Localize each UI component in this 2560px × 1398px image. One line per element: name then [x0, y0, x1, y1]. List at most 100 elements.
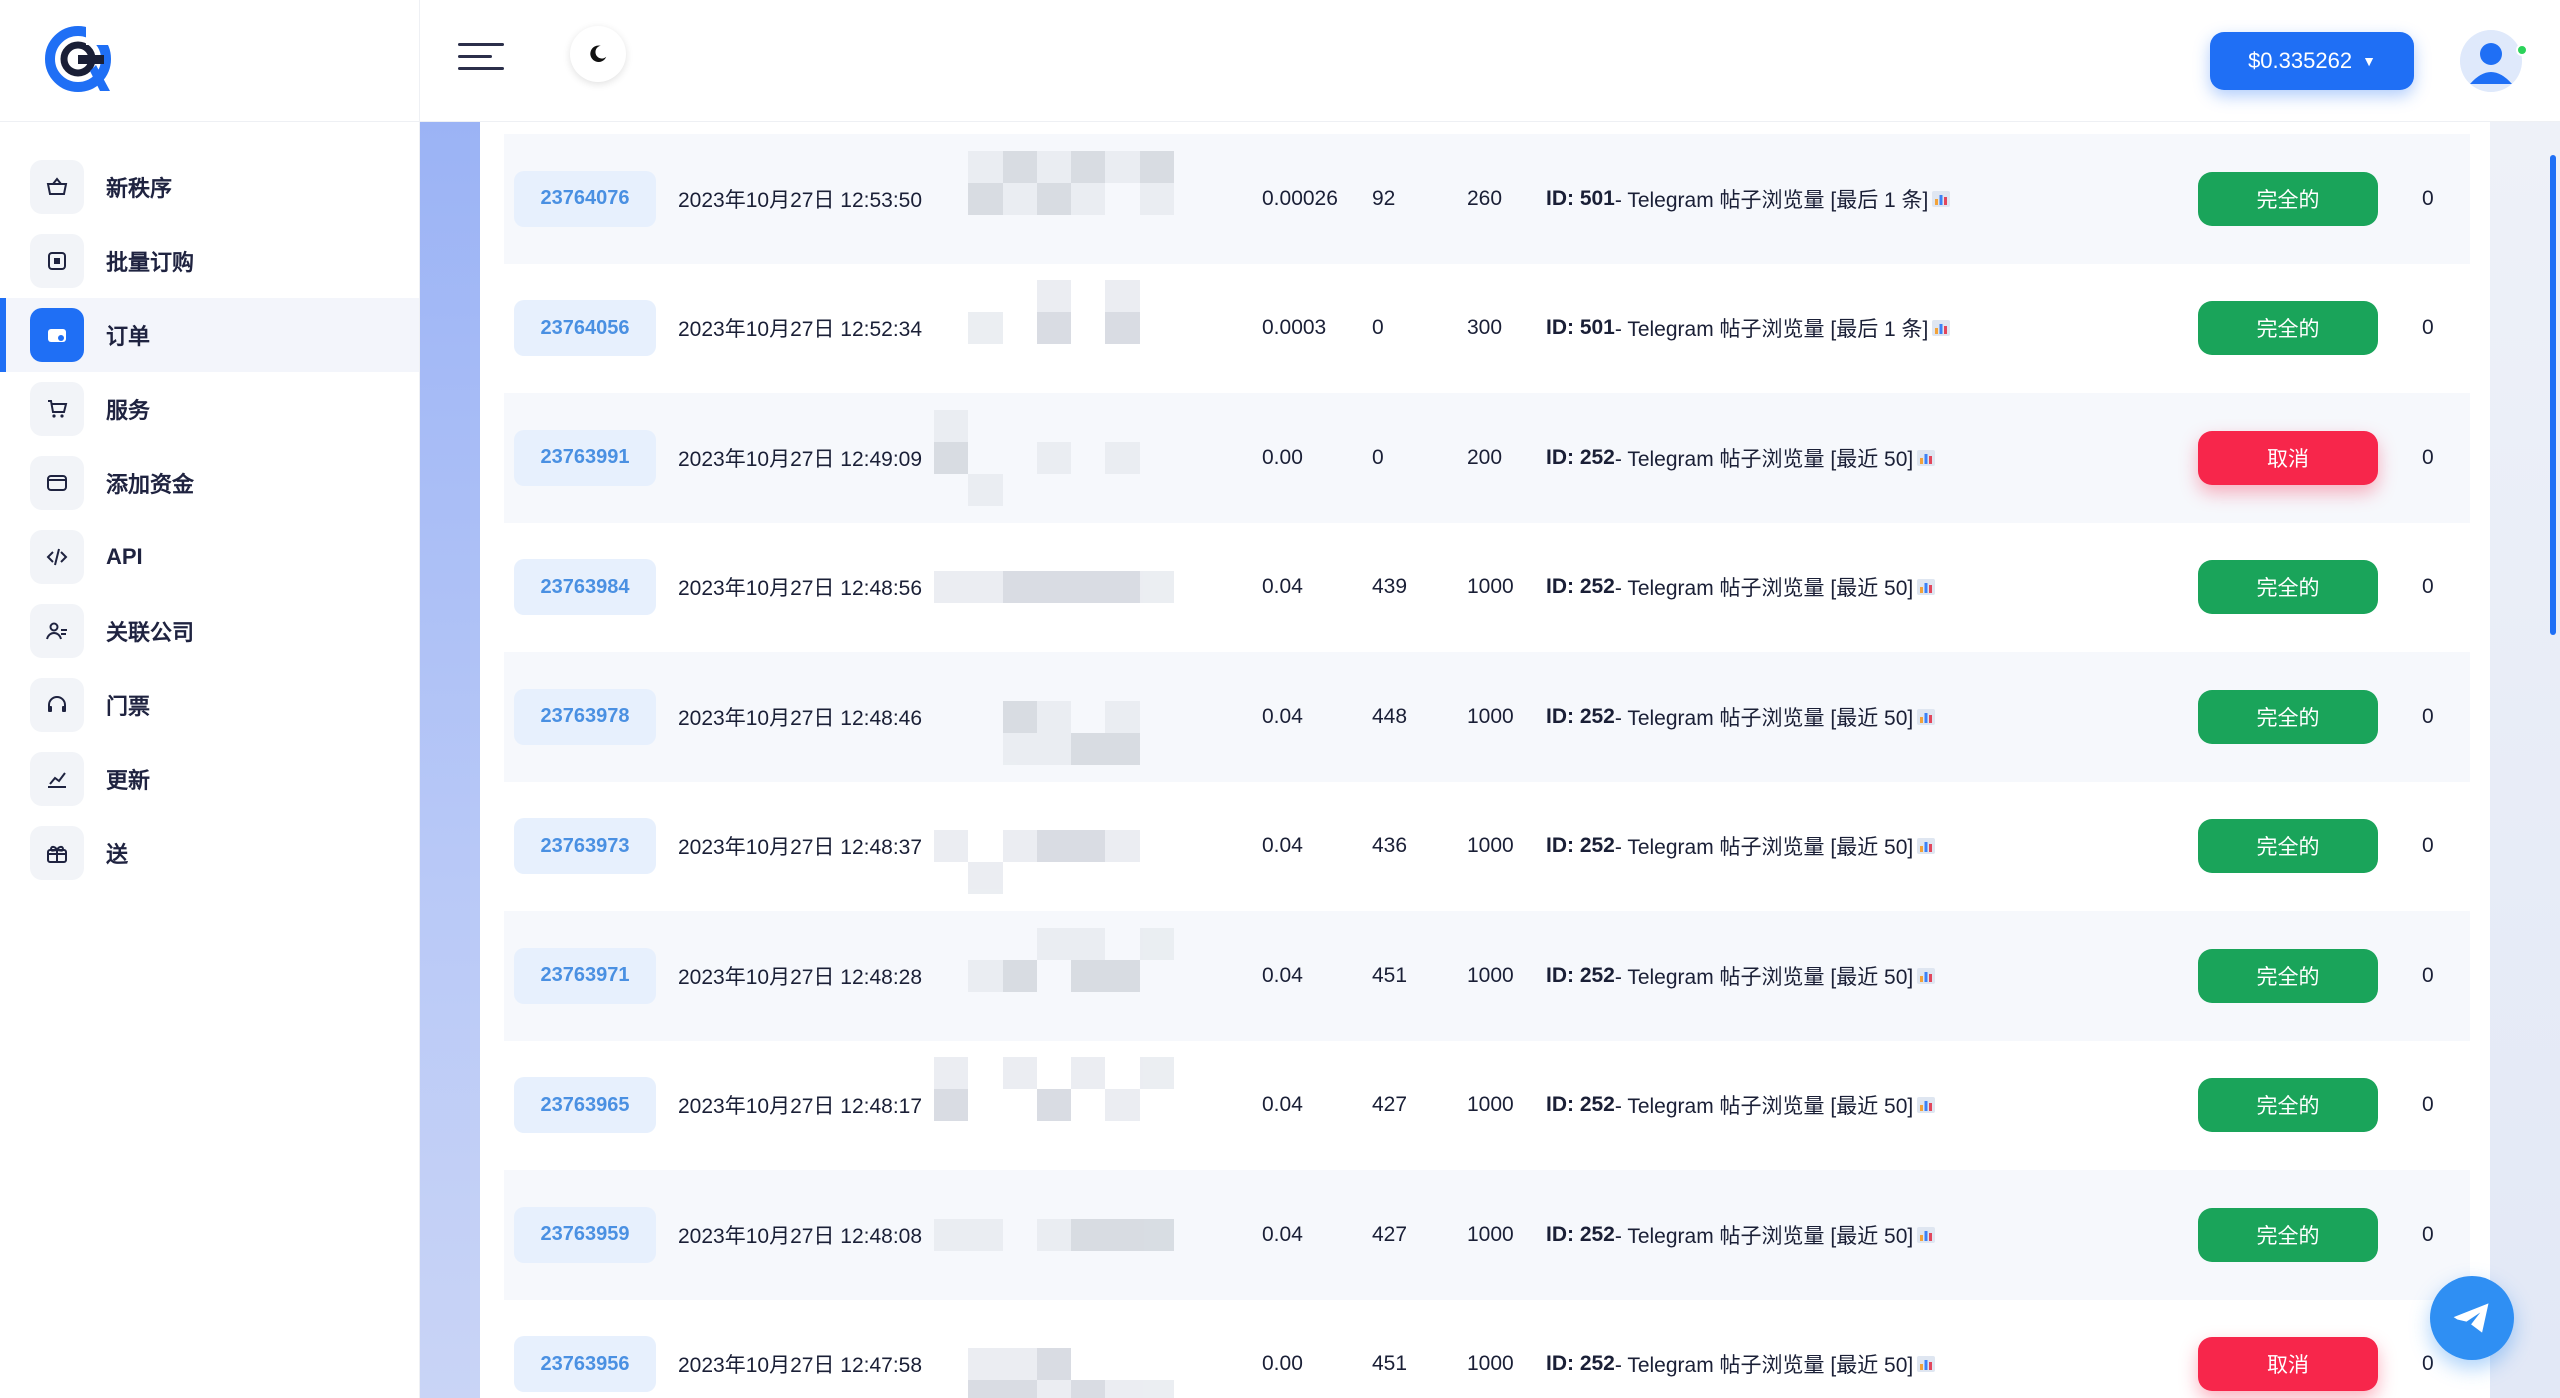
order-id-badge[interactable]: 23763991	[514, 429, 656, 486]
order-start-count: 427	[1372, 1222, 1408, 1246]
telegram-icon[interactable]	[2430, 1276, 2514, 1360]
service-name: - Telegram 帖子浏览量 [最近 50]	[1614, 965, 1914, 989]
bar-chart-icon	[1932, 320, 1951, 337]
sidebar: 新秩序批量订购订单服务 添加资金 API 关联公司门票更新送	[0, 0, 420, 1398]
bar-chart-icon	[1917, 1356, 1936, 1373]
order-remains: 0	[2422, 445, 2434, 469]
order-charge: 0.00026	[1262, 186, 1338, 210]
order-service: ID: 252 - Telegram 帖子浏览量 [最近 50]	[1546, 911, 1936, 1041]
menu-toggle-icon[interactable]	[458, 43, 504, 73]
order-start-count: 448	[1372, 704, 1408, 728]
users-icon	[30, 604, 84, 658]
table-row: 23763973 2023年10月27日 12:48:37 0.04 436 1000 I…	[504, 782, 2470, 912]
bar-chart-icon	[1932, 190, 1951, 207]
order-service: ID: 252 - Telegram 帖子浏览量 [最近 50]	[1546, 393, 1936, 523]
order-date: 2023年10月27日 12:48:28	[678, 965, 923, 989]
sidebar-item[interactable]: 添加资金	[0, 446, 419, 520]
pixelated-link	[934, 1187, 1174, 1283]
status-badge[interactable]: 完全的	[2198, 560, 2378, 615]
status-badge[interactable]: 完全的	[2198, 1078, 2378, 1133]
basket-icon	[30, 160, 84, 214]
order-id-badge[interactable]: 23763956	[514, 1336, 656, 1393]
sidebar-item-label: API	[106, 544, 143, 569]
order-id-badge[interactable]: 23763971	[514, 947, 656, 1004]
table-row: 23763965 2023年10月27日 12:48:17 0.04 427 1000 I…	[504, 1041, 2470, 1171]
balance-dropdown-button[interactable]: $0.335262 ▼	[2210, 32, 2414, 90]
sidebar-item[interactable]: 门票	[0, 668, 419, 742]
status-badge[interactable]: 完全的	[2198, 819, 2378, 874]
pixelated-link	[934, 669, 1174, 765]
bar-chart-icon	[1917, 1226, 1936, 1243]
sidebar-item[interactable]: 送	[0, 816, 419, 890]
status-badge[interactable]: 取消	[2198, 1337, 2378, 1392]
order-date: 2023年10月27日 12:48:08	[678, 1224, 923, 1248]
order-remains: 0	[2422, 575, 2434, 599]
status-badge[interactable]: 完全的	[2198, 948, 2378, 1003]
table-row: 23764056 2023年10月27日 12:52:34 0.0003 0 300 ID…	[504, 264, 2470, 394]
bar-chart-icon	[1917, 967, 1936, 984]
order-start-count: 0	[1372, 316, 1384, 340]
order-start-count: 436	[1372, 834, 1408, 858]
topbar: $0.335262 ▼	[420, 0, 2560, 122]
table-row: 23764076 2023年10月27日 12:53:50 0.00026 92 260…	[504, 134, 2470, 264]
sidebar-item[interactable]: 订单	[0, 298, 419, 372]
order-quantity: 1000	[1467, 1093, 1514, 1117]
order-id-badge[interactable]: 23763978	[514, 688, 656, 745]
sidebar-item[interactable]: 新秩序	[0, 150, 419, 224]
service-name: - Telegram 帖子浏览量 [最近 50]	[1614, 1095, 1914, 1119]
pixelated-link	[934, 150, 1174, 247]
order-id-badge[interactable]: 23763965	[514, 1077, 656, 1134]
order-date: 2023年10月27日 12:48:17	[678, 1095, 923, 1119]
order-start-count: 451	[1372, 1352, 1408, 1376]
order-charge: 0.04	[1262, 1093, 1303, 1117]
order-charge: 0.04	[1262, 575, 1303, 599]
order-charge: 0.04	[1262, 1222, 1303, 1246]
order-charge: 0.0003	[1262, 316, 1327, 340]
sidebar-item-label: 批量订购	[106, 250, 195, 275]
sidebar-item[interactable]: 关联公司	[0, 594, 419, 668]
order-start-count: 439	[1372, 575, 1408, 599]
brand-logo[interactable]	[42, 21, 122, 101]
sidebar-item[interactable]: API	[0, 520, 419, 594]
order-id-badge[interactable]: 23763984	[514, 559, 656, 616]
order-id-badge[interactable]: 23763973	[514, 818, 656, 875]
order-charge: 0.00	[1262, 1352, 1303, 1376]
status-badge[interactable]: 完全的	[2198, 301, 2378, 356]
service-name: - Telegram 帖子浏览量 [最近 50]	[1614, 836, 1914, 860]
order-date: 2023年10月27日 12:48:37	[678, 836, 923, 860]
status-badge[interactable]: 取消	[2198, 430, 2378, 485]
order-date: 2023年10月27日 12:47:58	[678, 1354, 923, 1378]
sidebar-item[interactable]: 更新	[0, 742, 419, 816]
order-charge: 0.04	[1262, 704, 1303, 728]
order-service: ID: 252 - Telegram 帖子浏览量 [最近 50]	[1546, 1170, 1936, 1300]
sidebar-item[interactable]: 批量订购	[0, 224, 419, 298]
gift-icon	[30, 826, 84, 880]
status-badge[interactable]: 完全的	[2198, 171, 2378, 226]
order-quantity: 300	[1467, 316, 1503, 340]
pixelated-link	[934, 1057, 1174, 1153]
scrollbar[interactable]	[2550, 155, 2556, 635]
service-name: - Telegram 帖子浏览量 [最近 50]	[1614, 1224, 1914, 1248]
order-quantity: 200	[1467, 445, 1503, 469]
order-link-redacted	[934, 393, 1234, 523]
service-id: ID: 252	[1546, 1093, 1615, 1117]
sidebar-item[interactable]: 服务	[0, 372, 419, 446]
order-id-badge[interactable]: 23763959	[514, 1206, 656, 1263]
moon-icon[interactable]	[570, 26, 626, 82]
sidebar-item-label: 门票	[106, 694, 151, 719]
order-id-badge[interactable]: 23764056	[514, 300, 656, 357]
pixelated-link	[934, 539, 1174, 635]
order-start-count: 427	[1372, 1093, 1408, 1117]
status-badge[interactable]: 完全的	[2198, 1207, 2378, 1262]
order-remains: 0	[2422, 316, 2434, 340]
status-badge[interactable]: 完全的	[2198, 689, 2378, 744]
sidebar-item-label: 关联公司	[106, 620, 195, 645]
order-remains: 0	[2422, 704, 2434, 728]
order-link-redacted	[934, 782, 1234, 912]
sidebar-item-label: 订单	[106, 324, 151, 349]
order-id-badge[interactable]: 23764076	[514, 170, 656, 227]
pixelated-link	[934, 280, 1174, 376]
sidebar-item-label: 更新	[106, 768, 151, 793]
avatar[interactable]	[2460, 30, 2522, 92]
order-date: 2023年10月27日 12:53:50	[678, 188, 923, 212]
